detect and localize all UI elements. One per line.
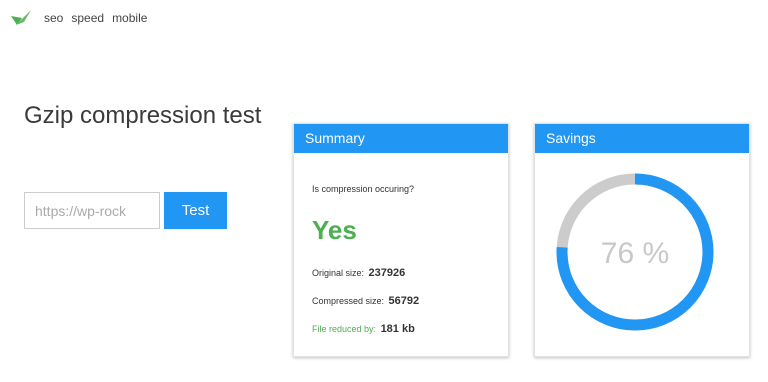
page-title: Gzip compression test: [24, 102, 262, 129]
compressed-size-label: Compressed size:: [312, 296, 385, 306]
test-button[interactable]: Test: [164, 192, 227, 229]
file-reduced-value: 181 kb: [380, 323, 415, 335]
summary-body: Is compression occuring? Yes Original si…: [294, 153, 508, 337]
url-input[interactable]: [24, 192, 160, 229]
file-reduced-row: File reduced by: 181 kb: [312, 321, 508, 337]
savings-header: Savings: [535, 124, 749, 153]
original-size-label: Original size:: [312, 268, 365, 278]
compression-question: Is compression occuring?: [312, 184, 415, 194]
compressed-size-row: Compressed size: 56792: [312, 293, 508, 309]
nav-link-speed[interactable]: speed: [71, 10, 104, 26]
file-reduced-label: File reduced by:: [312, 324, 377, 334]
compressed-size-value: 56792: [388, 295, 420, 307]
summary-card: Summary Is compression occuring? Yes Ori…: [293, 123, 509, 357]
compression-answer: Yes: [312, 215, 357, 245]
summary-header: Summary: [294, 124, 508, 153]
original-size-row: Original size: 237926: [312, 265, 508, 281]
top-navigation: seo speed mobile: [10, 9, 155, 27]
savings-card: Savings 76 %: [534, 123, 750, 357]
savings-donut-gauge: 76 %: [556, 173, 714, 331]
nav-link-mobile[interactable]: mobile: [112, 10, 147, 26]
original-size-value: 237926: [368, 267, 406, 279]
nav-link-seo[interactable]: seo: [44, 10, 63, 26]
savings-percent-label: 76 %: [601, 237, 669, 270]
logo-checkmark-icon[interactable]: [10, 9, 32, 27]
